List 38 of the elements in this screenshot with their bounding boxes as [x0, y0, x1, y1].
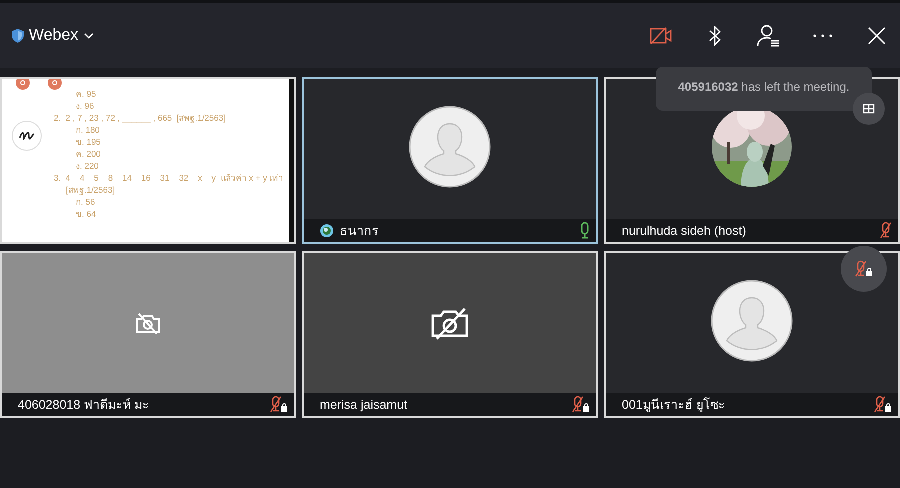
bluetooth-icon — [709, 26, 721, 46]
notification-text: 405916032 has left the meeting. — [678, 80, 850, 94]
app-name[interactable]: Webex — [29, 26, 79, 44]
muted-microphone-lock-icon — [855, 260, 873, 278]
annotation-button[interactable] — [16, 79, 30, 90]
participant-name: merisa jaisamut — [320, 398, 409, 412]
participant-name: 406028018 ฟาตีมะห์ มะ — [18, 396, 151, 414]
video-tile[interactable]: 001มูนีเราะฮ์ ยูโซะ — [604, 251, 900, 418]
participant-name: ธนากร — [340, 222, 380, 240]
video-tile[interactable]: merisa jaisamut — [302, 251, 598, 418]
ring-icon — [52, 80, 58, 86]
ring-icon — [20, 80, 26, 86]
document-line: 3. 4 4 5 8 14 16 31 32 x y แล้วค่า x + y เท่า — [54, 173, 284, 183]
chevron-down-icon[interactable] — [84, 32, 94, 38]
document-line: ก. 56 — [76, 197, 96, 207]
shield-icon — [12, 28, 24, 42]
avatar-placeholder-icon — [409, 106, 491, 188]
document-line: ข. 64 — [76, 209, 96, 219]
document-line: ง. 96 — [76, 101, 94, 111]
document-line: ค. 200 — [76, 149, 101, 159]
video-tile[interactable]: 406028018 ฟาตีมะห์ มะ — [0, 251, 296, 418]
camera-off-icon — [135, 312, 161, 334]
scribble-icon — [19, 130, 35, 142]
grid-icon — [863, 104, 875, 114]
camera-off-icon — [429, 306, 471, 340]
participants-button[interactable] — [756, 22, 782, 48]
document-line: [สพฐ.1/2563] — [66, 185, 116, 195]
video-tile[interactable]: ธนากร — [302, 77, 598, 244]
document-line: ค. 95 — [76, 89, 96, 99]
document-line: ง. 220 — [76, 161, 99, 171]
more-icon — [813, 34, 833, 38]
document-line: ก. 180 — [76, 125, 100, 135]
participant-name: nurulhuda sideh (host) — [622, 224, 748, 238]
participant-name: 001มูนีเราะฮ์ ยูโซะ — [622, 396, 726, 414]
avatar-placeholder-icon — [711, 280, 793, 362]
annotation-button[interactable] — [48, 79, 62, 90]
document-line: ข. 195 — [76, 137, 101, 147]
document-line: 2. 2 , 7 , 23 , 72 , ______ , 665 [สพฐ.1/2563] — [54, 113, 226, 123]
